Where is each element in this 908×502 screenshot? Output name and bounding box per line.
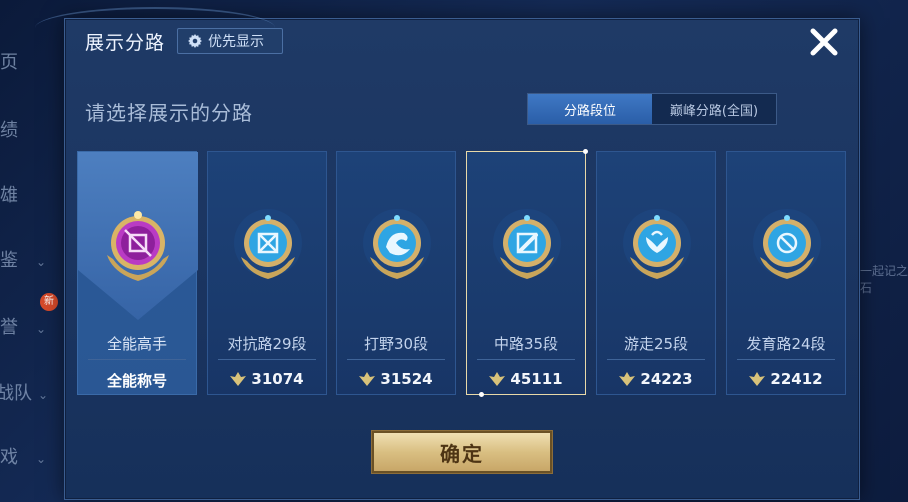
lane-tabs: 分路段位 巅峰分路(全国) bbox=[527, 93, 777, 125]
gear-icon bbox=[188, 34, 202, 48]
score-row: 31524 bbox=[337, 370, 455, 388]
bg-menu-label: 鉴 bbox=[0, 250, 18, 271]
tab-label: 分路段位 bbox=[563, 103, 616, 119]
lane-score: 31074 bbox=[251, 370, 304, 388]
bg-menu-item[interactable]: 雄 bbox=[0, 181, 18, 207]
bg-menu-label: 戏 bbox=[0, 447, 18, 468]
close-icon[interactable] bbox=[807, 25, 841, 59]
clash-lane-emblem-icon bbox=[234, 209, 302, 279]
lane-card-jungle[interactable]: 打野30段 31524 bbox=[336, 151, 456, 395]
roam-emblem-icon bbox=[623, 209, 691, 279]
card-divider bbox=[218, 359, 316, 360]
bg-menu-item[interactable]: 战队 ⌄ bbox=[0, 379, 48, 405]
chevron-down-icon: ⌄ bbox=[36, 322, 47, 336]
lane-name: 打野30段 bbox=[363, 335, 429, 353]
lane-name: 发育路24段 bbox=[746, 335, 826, 353]
bg-menu-label: 雄 bbox=[0, 185, 18, 206]
title-label: 全能称号 bbox=[106, 372, 167, 390]
mid-lane-emblem-icon bbox=[493, 209, 561, 279]
card-divider bbox=[737, 359, 835, 360]
dialog-title: 展示分路 bbox=[85, 32, 166, 54]
farm-lane-emblem-icon bbox=[753, 209, 821, 279]
priority-display-button[interactable]: 优先显示 bbox=[177, 28, 283, 54]
chevron-down-icon: ⌄ bbox=[38, 388, 49, 402]
bg-menu-item[interactable]: 绩 bbox=[0, 116, 18, 142]
bg-menu-item[interactable]: 誉 ⌄ bbox=[0, 313, 46, 339]
priority-button-label: 优先显示 bbox=[208, 34, 264, 50]
jungle-emblem-icon bbox=[363, 209, 431, 279]
corner-dot bbox=[583, 149, 588, 154]
lane-score: 31524 bbox=[380, 370, 433, 388]
dialog-subtitle: 请选择展示的分路 bbox=[85, 101, 253, 125]
tab-label: 巅峰分路(全国) bbox=[669, 103, 759, 119]
score-row: 22412 bbox=[727, 370, 845, 388]
lane-card-list: 全能高手 全能称号 对抗路29段 31074 打野30段 31524 中路35段… bbox=[77, 149, 847, 397]
lane-card-clash[interactable]: 对抗路29段 31074 bbox=[207, 151, 327, 395]
card-divider bbox=[88, 359, 186, 360]
chevron-down-icon: ⌄ bbox=[36, 255, 47, 269]
card-divider bbox=[347, 359, 445, 360]
lane-name: 游走25段 bbox=[623, 335, 689, 353]
tab-lane-rank[interactable]: 分路段位 bbox=[528, 94, 652, 124]
tab-peak-lane[interactable]: 巅峰分路(全国) bbox=[652, 94, 776, 124]
bg-menu-item[interactable]: 鉴 ⌄ bbox=[0, 246, 46, 272]
lane-card-farm[interactable]: 发育路24段 22412 bbox=[726, 151, 846, 395]
card-divider bbox=[607, 359, 705, 360]
corner-dot bbox=[479, 392, 484, 397]
card-divider bbox=[477, 359, 575, 360]
lane-score: 24223 bbox=[640, 370, 693, 388]
lane-card-all-rounder[interactable]: 全能高手 全能称号 bbox=[77, 151, 198, 395]
rank-score-icon bbox=[619, 372, 636, 386]
bg-menu-item[interactable]: 页 bbox=[0, 48, 18, 74]
confirm-button-label: 确定 bbox=[440, 441, 484, 466]
bg-menu-label: 绩 bbox=[0, 120, 18, 141]
lane-score: 22412 bbox=[770, 370, 823, 388]
chevron-down-icon: ⌄ bbox=[36, 452, 47, 466]
show-lane-dialog: 展示分路 优先显示 请选择展示的分路 分路段位 巅峰分路(全国) 全能高手 全能… bbox=[35, 7, 860, 500]
bg-menu-label: 页 bbox=[0, 52, 18, 73]
bg-menu-item[interactable]: 戏 ⌄ bbox=[0, 443, 46, 469]
rank-score-icon bbox=[489, 372, 506, 386]
background-menu: 页 绩 雄 鉴 ⌄ 誉 ⌄ 战队 ⌄ 戏 ⌄ 新 bbox=[0, 0, 70, 502]
lane-card-mid[interactable]: 中路35段 45111 bbox=[466, 149, 588, 397]
score-row: 31074 bbox=[208, 370, 326, 388]
title-row: 全能称号 bbox=[78, 370, 196, 391]
score-row: 24223 bbox=[597, 370, 715, 388]
lane-name: 对抗路29段 bbox=[227, 335, 307, 353]
all-rounder-emblem-icon bbox=[107, 211, 169, 281]
lane-card-roam[interactable]: 游走25段 24223 bbox=[596, 151, 716, 395]
background-text: 一起记之石 bbox=[860, 264, 908, 295]
confirm-button[interactable]: 确定 bbox=[371, 430, 553, 474]
bg-menu-label: 战队 bbox=[0, 383, 32, 404]
rank-score-icon bbox=[749, 372, 766, 386]
score-row: 45111 bbox=[467, 370, 585, 388]
bg-menu-label: 誉 bbox=[0, 317, 18, 338]
rank-score-icon bbox=[359, 372, 376, 386]
lane-name: 中路35段 bbox=[493, 335, 559, 353]
rank-score-icon bbox=[230, 372, 247, 386]
lane-name: 全能高手 bbox=[106, 335, 167, 353]
lane-score: 45111 bbox=[510, 370, 563, 388]
new-badge: 新 bbox=[40, 293, 58, 311]
